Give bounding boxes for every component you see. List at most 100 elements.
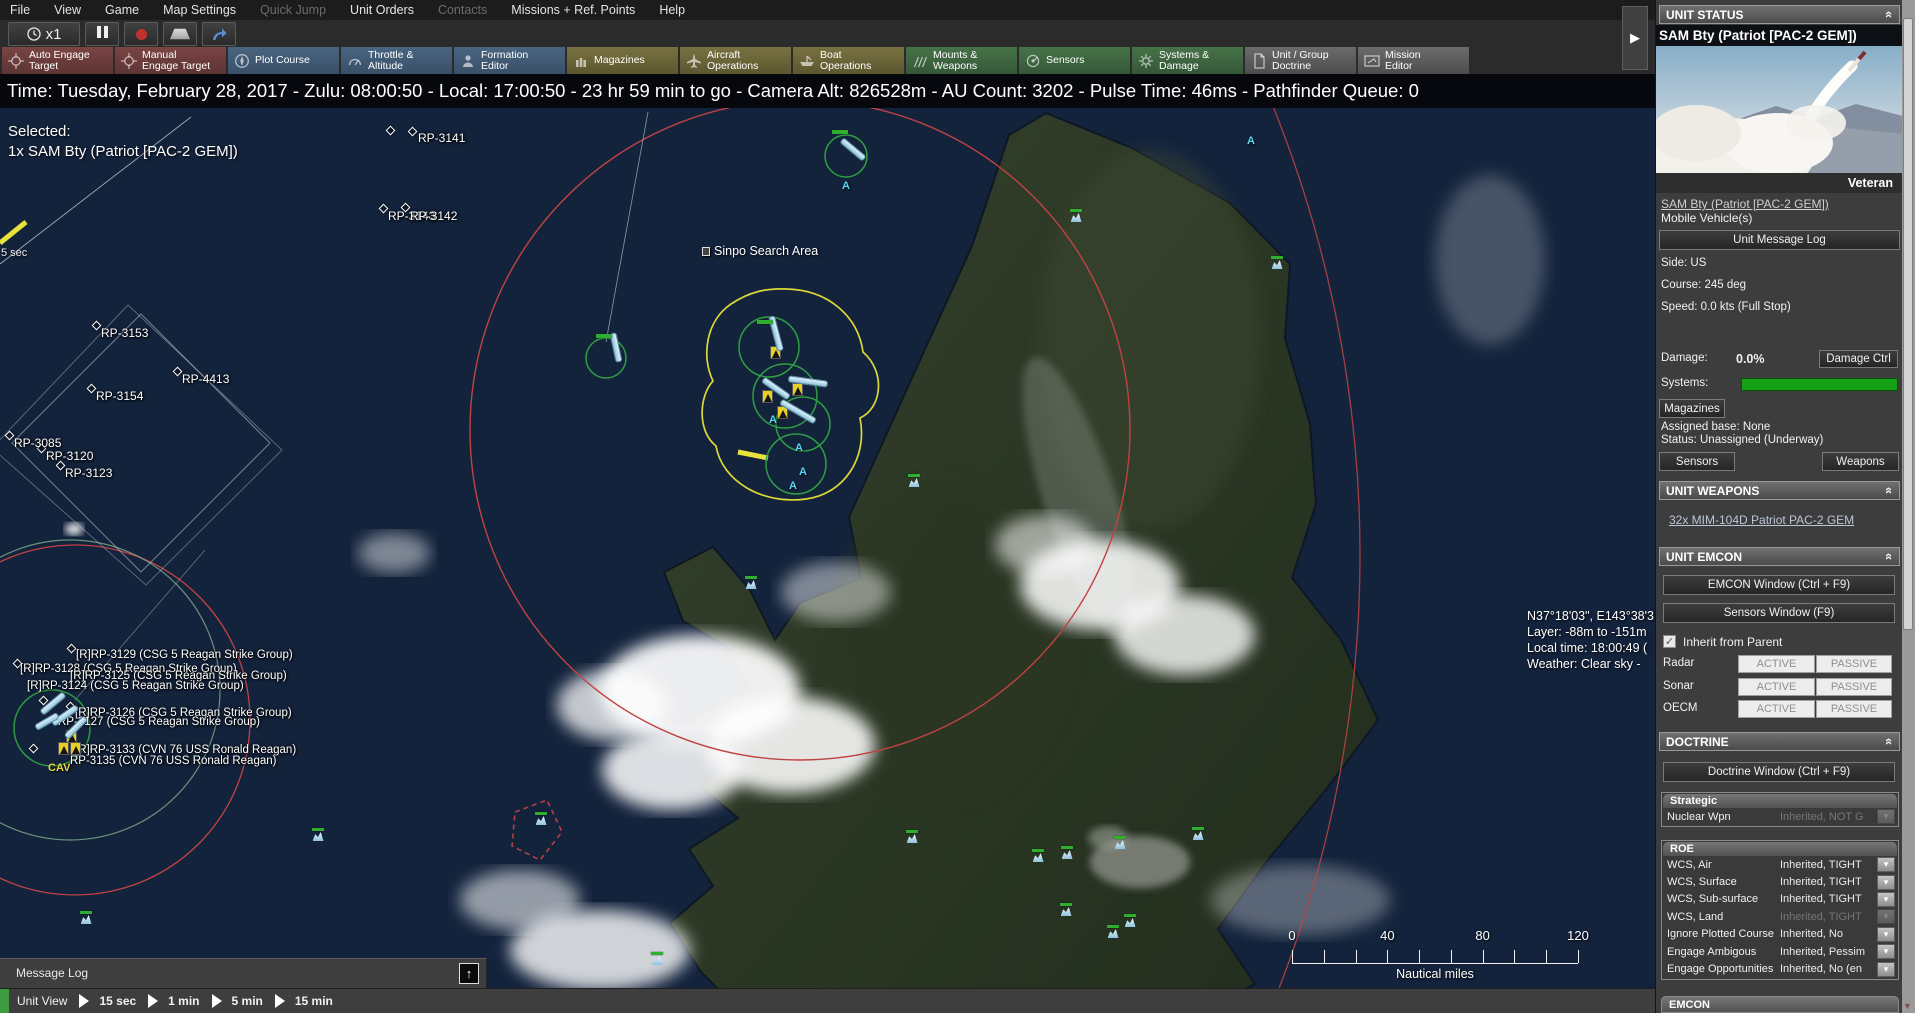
weapons-button[interactable]: Weapons <box>1822 452 1899 471</box>
land-unit-icon[interactable] <box>1069 209 1083 222</box>
play-triangle-icon[interactable] <box>275 994 285 1008</box>
toolbar-button-sensors[interactable]: Sensors <box>1019 47 1130 74</box>
sensors-button[interactable]: Sensors <box>1659 452 1735 471</box>
land-unit-icon[interactable] <box>534 812 548 825</box>
menu-item-missions-ref-points[interactable]: Missions + Ref. Points <box>511 3 635 17</box>
emcon-passive-button-radar[interactable]: PASSIVE <box>1816 655 1892 673</box>
dropdown-chevron-icon[interactable]: ▾ <box>1877 944 1895 959</box>
record-button[interactable] <box>124 22 158 46</box>
toolbar-button-manual[interactable]: Manual Engage Target <box>115 47 226 74</box>
toolbar-button-plot-course[interactable]: Plot Course <box>228 47 339 74</box>
time-compression-button[interactable]: x1 <box>8 22 80 46</box>
magazines-button[interactable]: Magazines <box>1659 399 1725 418</box>
dropdown-chevron-icon[interactable]: ▾ <box>1877 892 1895 907</box>
dropdown-chevron-icon[interactable]: ▾ <box>1877 857 1895 872</box>
land-unit-icon[interactable] <box>907 474 921 487</box>
toolbar-button-magazines[interactable]: Magazines <box>567 47 678 74</box>
land-unit-icon[interactable] <box>79 911 93 924</box>
menu-item-file[interactable]: File <box>10 3 30 17</box>
sidebar-scrollbar[interactable]: ▼ <box>1902 0 1915 1013</box>
toolbar-button-mission[interactable]: Mission Editor <box>1358 47 1469 74</box>
land-unit-icon[interactable] <box>1106 925 1120 938</box>
emcon-passive-button-oecm[interactable]: PASSIVE <box>1816 700 1892 718</box>
land-unit-icon[interactable] <box>1031 849 1045 862</box>
panel-header-unit-status[interactable]: UNIT STATUS« <box>1659 5 1900 24</box>
jump-button[interactable] <box>202 22 236 46</box>
panel-header-doctrine[interactable]: DOCTRINE« <box>1659 732 1900 751</box>
land-unit-icon[interactable] <box>311 828 325 841</box>
datum-marker[interactable] <box>792 383 803 396</box>
land-unit-icon[interactable] <box>905 830 919 843</box>
mission-icon <box>1364 53 1380 69</box>
unit-message-log-button[interactable]: Unit Message Log <box>1659 230 1900 250</box>
emcon-window-button[interactable]: EMCON Window (Ctrl + F9) <box>1663 575 1895 595</box>
time-step-15-min[interactable]: 15 min <box>295 994 333 1008</box>
message-log-bar[interactable]: Message Log ↑ <box>0 958 487 988</box>
toolbar-button-boat[interactable]: Boat Operations <box>793 47 904 74</box>
menu-item-view[interactable]: View <box>54 3 81 17</box>
emcon-active-button-radar[interactable]: ACTIVE <box>1738 655 1815 673</box>
land-unit-icon[interactable] <box>1191 827 1205 840</box>
land-unit-icon[interactable] <box>1123 914 1137 927</box>
datum-marker[interactable] <box>70 742 81 755</box>
scroll-down-icon[interactable]: ▼ <box>1903 1001 1912 1011</box>
pause-button[interactable] <box>85 22 119 46</box>
land-unit-icon[interactable] <box>650 952 664 965</box>
doctrine-label: WCS, Air <box>1667 859 1780 871</box>
emcon-active-button-oecm[interactable]: ACTIVE <box>1738 700 1815 718</box>
play-triangle-icon[interactable] <box>148 994 158 1008</box>
menu-item-unit-orders[interactable]: Unit Orders <box>350 3 414 17</box>
toolbar-button-mounts-[interactable]: Mounts & Weapons <box>906 47 1017 74</box>
panel-header-emcon-footer[interactable]: EMCON <box>1661 996 1899 1013</box>
panel-header-unit-emcon[interactable]: UNIT EMCON« <box>1659 547 1900 566</box>
dropdown-chevron-icon[interactable]: ▾ <box>1877 962 1895 977</box>
menu-item-quick-jump[interactable]: Quick Jump <box>260 3 326 17</box>
time-step-15-sec[interactable]: 15 sec <box>99 994 136 1008</box>
collapse-chevron-icon: « <box>1882 11 1897 18</box>
land-unit-icon[interactable] <box>1060 846 1074 859</box>
sidebar-expand-button[interactable]: ▶ <box>1622 6 1648 70</box>
land-unit-icon[interactable] <box>1059 903 1073 916</box>
scrollbar-thumb[interactable] <box>1903 18 1913 630</box>
experience-badge: Veteran <box>1656 173 1903 193</box>
inherit-from-parent-checkbox[interactable]: ✓ <box>1663 635 1676 648</box>
toolbar-button-unit-group[interactable]: Unit / Group Doctrine <box>1245 47 1356 74</box>
layers-button[interactable] <box>163 22 197 46</box>
panel-header-unit-weapons[interactable]: UNIT WEAPONS« <box>1659 481 1900 500</box>
menu-item-contacts[interactable]: Contacts <box>438 3 487 17</box>
doctrine-value: Inherited, No (en <box>1780 963 1877 975</box>
play-triangle-icon[interactable] <box>79 994 89 1008</box>
play-triangle-icon[interactable] <box>212 994 222 1008</box>
sensors-window-button[interactable]: Sensors Window (F9) <box>1663 603 1895 623</box>
doctrine-window-button[interactable]: Doctrine Window (Ctrl + F9) <box>1663 762 1895 782</box>
dropdown-chevron-icon[interactable]: ▾ <box>1877 875 1895 890</box>
damage-ctrl-button[interactable]: Damage Ctrl <box>1819 350 1898 368</box>
unit-link[interactable]: SAM Bty (Patriot [PAC-2 GEM]) <box>1661 197 1829 211</box>
toolbar-button-formation[interactable]: Formation Editor <box>454 47 565 74</box>
time-step-5-min[interactable]: 5 min <box>232 994 263 1008</box>
menu-item-game[interactable]: Game <box>105 3 139 17</box>
menu-item-map-settings[interactable]: Map Settings <box>163 3 236 17</box>
dropdown-chevron-icon[interactable]: ▾ <box>1877 927 1895 942</box>
toolbar-button-systems-[interactable]: Systems & Damage <box>1132 47 1243 74</box>
datum-marker[interactable] <box>58 742 69 755</box>
time-step-1-min[interactable]: 1 min <box>168 994 199 1008</box>
scale-number: 80 <box>1475 928 1489 943</box>
map-viewport[interactable]: Selected: 1x SAM Bty (Patriot [PAC-2 GEM… <box>0 74 1655 988</box>
weapon-link[interactable]: 32x MIM-104D Patriot PAC-2 GEM <box>1669 513 1854 527</box>
emcon-active-button-sonar[interactable]: ACTIVE <box>1738 678 1815 696</box>
reference-point-label: RP-3154 <box>96 389 143 403</box>
toolbar-button-auto-engage[interactable]: Auto Engage Target <box>2 47 113 74</box>
land-unit-icon[interactable] <box>1113 836 1127 849</box>
menu-item-help[interactable]: Help <box>659 3 685 17</box>
land-unit-icon[interactable] <box>1270 256 1284 269</box>
toolbar-button-aircraft[interactable]: Aircraft Operations <box>680 47 791 74</box>
doctrine-value: Inherited, TIGHT <box>1780 876 1877 888</box>
reference-point-label: RP-3123 <box>65 466 112 480</box>
message-log-expand-button[interactable]: ↑ <box>459 963 479 984</box>
land-unit-icon[interactable] <box>744 576 758 589</box>
unit-view-label: Unit View <box>17 994 67 1008</box>
toolbar-button-throttle-[interactable]: Throttle & Altitude <box>341 47 452 74</box>
emcon-passive-button-sonar[interactable]: PASSIVE <box>1816 678 1892 696</box>
datum-marker[interactable] <box>762 390 773 403</box>
